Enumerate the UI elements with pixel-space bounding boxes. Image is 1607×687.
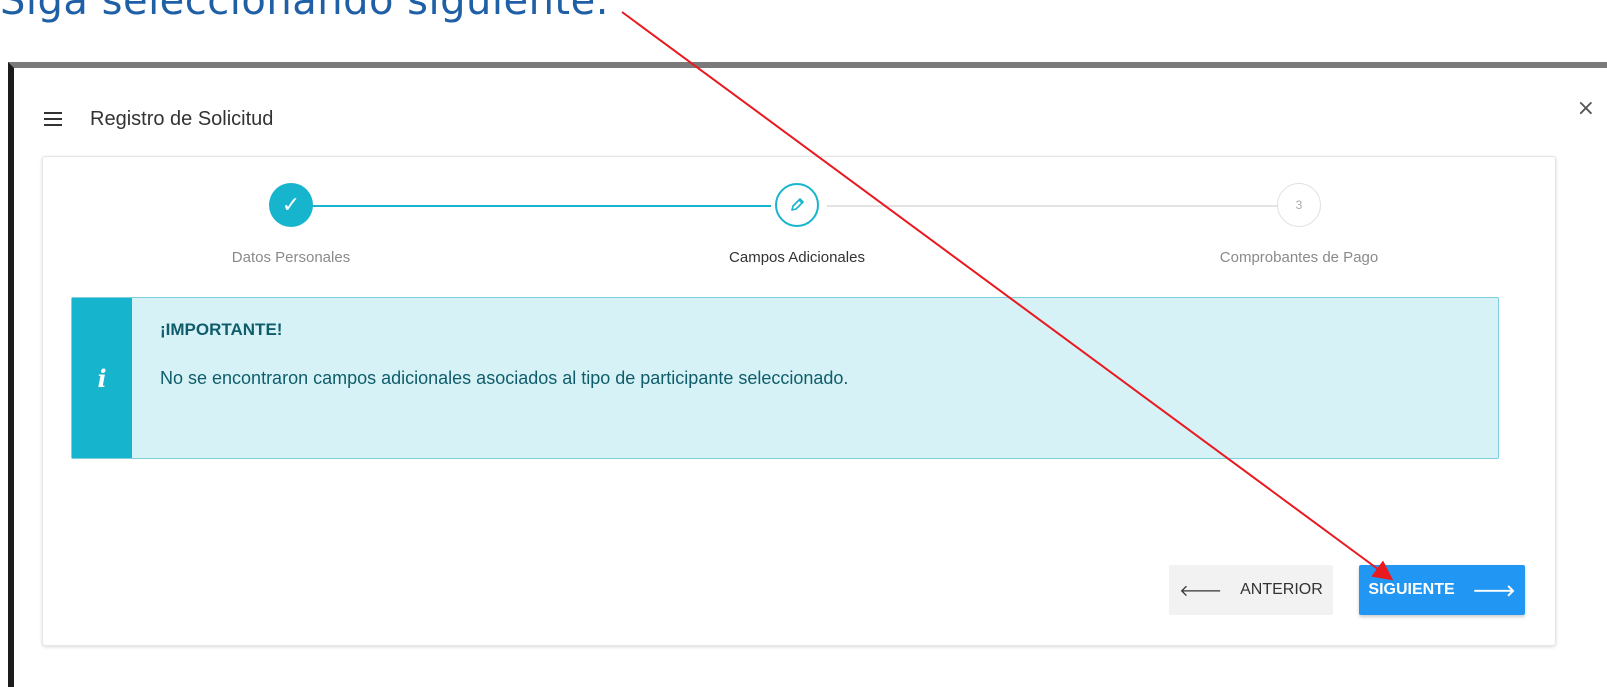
step-label-campos-adicionales: Campos Adicionales	[729, 249, 865, 266]
modal-header: Registro de Solicitud	[44, 104, 1607, 134]
siguiente-button-label: SIGUIENTE	[1368, 581, 1455, 598]
step-label-comprobantes-pago: Comprobantes de Pago	[1219, 249, 1379, 266]
modal-window: Registro de Solicitud × ✓ 3 Datos Person…	[8, 62, 1607, 687]
instruction-text: Siga seleccionando siguiente.	[0, 0, 609, 24]
step-1-check-icon: ✓	[269, 183, 313, 227]
alert-icon-bar: i	[72, 298, 132, 458]
alert-title: ¡IMPORTANTE!	[160, 320, 283, 339]
hamburger-menu-icon[interactable]	[44, 112, 62, 126]
anterior-button-label: ANTERIOR	[1240, 581, 1323, 598]
alert-message: No se encontraron campos adicionales aso…	[160, 368, 849, 388]
step-label-datos-personales: Datos Personales	[231, 249, 351, 266]
modal-title: Registro de Solicitud	[90, 107, 274, 130]
arrow-right-icon: 🡒	[1472, 581, 1516, 600]
step-3-number: 3	[1277, 183, 1321, 227]
info-icon: i	[97, 363, 107, 393]
info-alert: i ¡IMPORTANTE! No se encontraron campos …	[71, 297, 1499, 459]
close-icon[interactable]: ×	[1577, 96, 1595, 121]
stepper-pending-line	[827, 205, 1303, 207]
stepper-progress-line	[295, 205, 771, 207]
anterior-button[interactable]: 🡐 ANTERIOR	[1169, 565, 1333, 615]
form-card: ✓ 3 Datos Personales Campos Adicionales …	[42, 156, 1556, 646]
arrow-left-icon: 🡐	[1179, 581, 1223, 600]
siguiente-button[interactable]: SIGUIENTE 🡒	[1359, 565, 1525, 615]
step-2-pencil-icon	[775, 183, 819, 227]
